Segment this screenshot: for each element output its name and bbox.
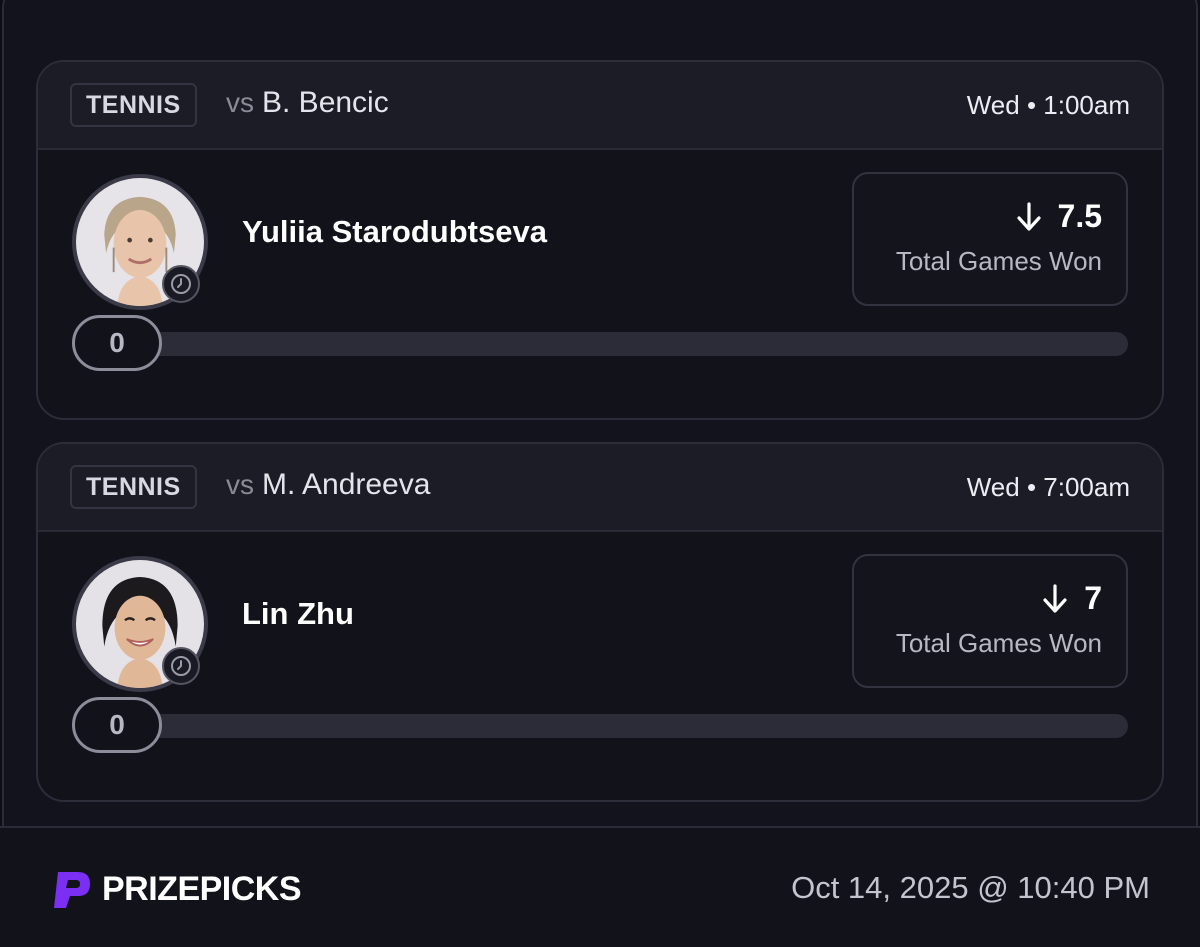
progress-track	[78, 332, 1128, 356]
brand-logo: PRIZEPICKS	[48, 866, 302, 912]
card-header: TENNIS vs M. Andreeva Wed • 7:00am	[38, 444, 1162, 532]
vs-label: vs	[226, 469, 254, 500]
matchup: vs M. Andreeva	[226, 468, 430, 502]
progress-track	[78, 714, 1128, 738]
game-time: Wed • 7:00am	[966, 472, 1130, 502]
card-header: TENNIS vs B. Bencic Wed • 1:00am	[38, 62, 1162, 150]
sport-badge: TENNIS	[70, 83, 197, 127]
matchup: vs B. Bencic	[226, 86, 389, 120]
clock-icon	[162, 647, 200, 685]
arrow-down-icon	[1043, 583, 1067, 613]
opponent-name: M. Andreeva	[262, 468, 431, 501]
receipt-timestamp: Oct 14, 2025 @ 10:40 PM	[791, 870, 1150, 905]
pick-card: TENNIS vs B. Bencic Wed • 1:00am Yuliia …	[36, 60, 1164, 420]
footer: PRIZEPICKS Oct 14, 2025 @ 10:40 PM	[0, 826, 1200, 947]
progress-value: 0	[72, 697, 162, 753]
opponent-name: B. Bencic	[262, 86, 389, 119]
vs-label: vs	[226, 87, 254, 118]
arrow-down-icon	[1016, 201, 1041, 231]
line-value: 7.5	[1057, 198, 1102, 234]
brand-name: PRIZEPICKS	[102, 869, 302, 908]
stat-label: Total Games Won	[895, 628, 1102, 658]
player-name: Yuliia Starodubtseva	[242, 214, 547, 249]
line-row: 7.5	[1016, 198, 1102, 235]
stat-label: Total Games Won	[895, 246, 1102, 276]
line-row: 7	[1042, 580, 1102, 617]
player-name: Lin Zhu	[242, 596, 354, 631]
projection-box[interactable]: 7 Total Games Won	[852, 554, 1128, 688]
line-value: 7	[1084, 580, 1102, 616]
sport-badge: TENNIS	[70, 465, 197, 509]
progress-value: 0	[72, 315, 162, 371]
game-time: Wed • 1:00am	[966, 90, 1130, 120]
clock-icon	[162, 265, 200, 303]
projection-box[interactable]: 7.5 Total Games Won	[852, 172, 1128, 306]
pick-card: TENNIS vs M. Andreeva Wed • 7:00am Lin Z…	[36, 442, 1164, 802]
prizepicks-logo-icon	[54, 872, 90, 908]
